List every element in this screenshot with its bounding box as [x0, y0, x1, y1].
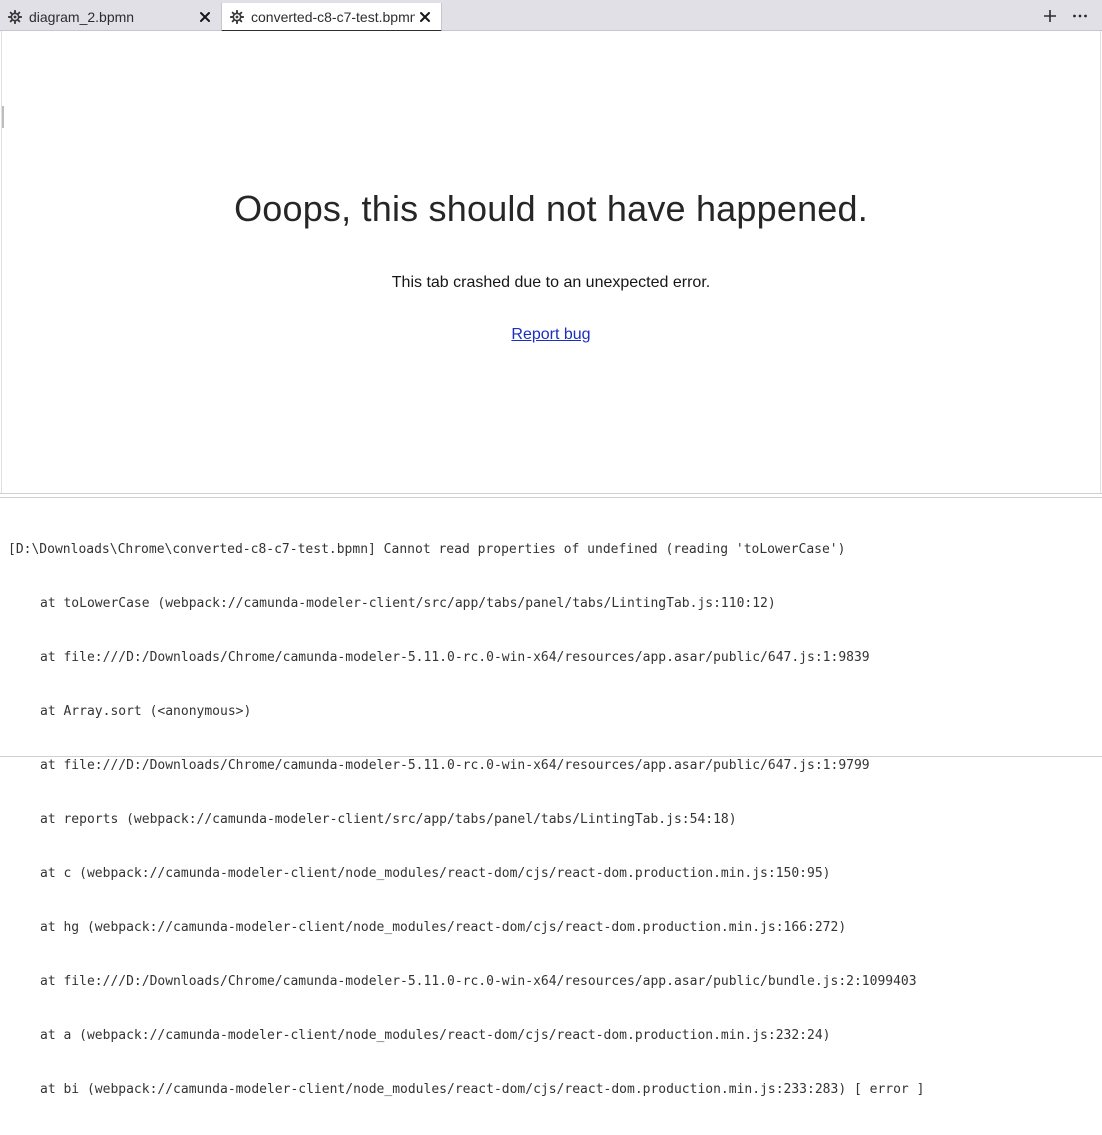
log-line: at Array.sort (<anonymous>): [40, 704, 252, 719]
more-options-button[interactable]: [1070, 6, 1090, 26]
log-line: at toLowerCase (webpack://camunda-modele…: [40, 596, 776, 611]
tab-converted-c8-c7-test[interactable]: converted-c8-c7-test.bpmn: [221, 3, 442, 32]
tab-content: Ooops, this should not have happened. Th…: [1, 31, 1101, 493]
tab-diagram-2[interactable]: diagram_2.bpmn: [0, 3, 221, 31]
log-line: at reports (webpack://camunda-modeler-cl…: [40, 812, 737, 827]
log-line: [D:\Downloads\Chrome\converted-c8-c7-tes…: [8, 542, 846, 557]
tab-label: converted-c8-c7-test.bpmn: [251, 8, 415, 25]
crash-title: Ooops, this should not have happened.: [234, 188, 868, 229]
log-divider: [0, 497, 1102, 498]
log-line: at a (webpack://camunda-modeler-client/n…: [40, 1028, 831, 1043]
report-bug-container: Report bug: [2, 326, 1100, 344]
gear-icon: [8, 10, 22, 24]
add-tab-button[interactable]: [1040, 6, 1060, 26]
plus-icon: [1044, 10, 1056, 22]
tab-bar: diagram_2.bpmn converted-c8-c7-test.bpmn: [0, 0, 1102, 32]
log-line: at bi (webpack://camunda-modeler-client/…: [40, 1082, 925, 1097]
tab-actions: [1030, 6, 1090, 26]
more-horizontal-icon: [1073, 14, 1087, 18]
gear-icon: [230, 9, 244, 24]
log-line: at file:///D:/Downloads/Chrome/camunda-m…: [40, 974, 917, 989]
close-icon[interactable]: [199, 11, 211, 23]
log-output: [D:\Downloads\Chrome\converted-c8-c7-tes…: [8, 505, 924, 1135]
crash-message: This tab crashed due to an unexpected er…: [391, 274, 711, 291]
tab-label: diagram_2.bpmn: [29, 9, 135, 25]
log-line: at c (webpack://camunda-modeler-client/n…: [40, 866, 831, 881]
log-line: at file:///D:/Downloads/Chrome/camunda-m…: [40, 758, 870, 773]
close-icon[interactable]: [419, 11, 431, 23]
log-line: at file:///D:/Downloads/Chrome/camunda-m…: [40, 650, 870, 665]
log-line: at hg (webpack://camunda-modeler-client/…: [40, 920, 847, 935]
log-panel: [D:\Downloads\Chrome\converted-c8-c7-tes…: [0, 493, 1102, 1097]
side-marker: [2, 106, 4, 128]
report-bug-link[interactable]: Report bug: [511, 326, 590, 343]
